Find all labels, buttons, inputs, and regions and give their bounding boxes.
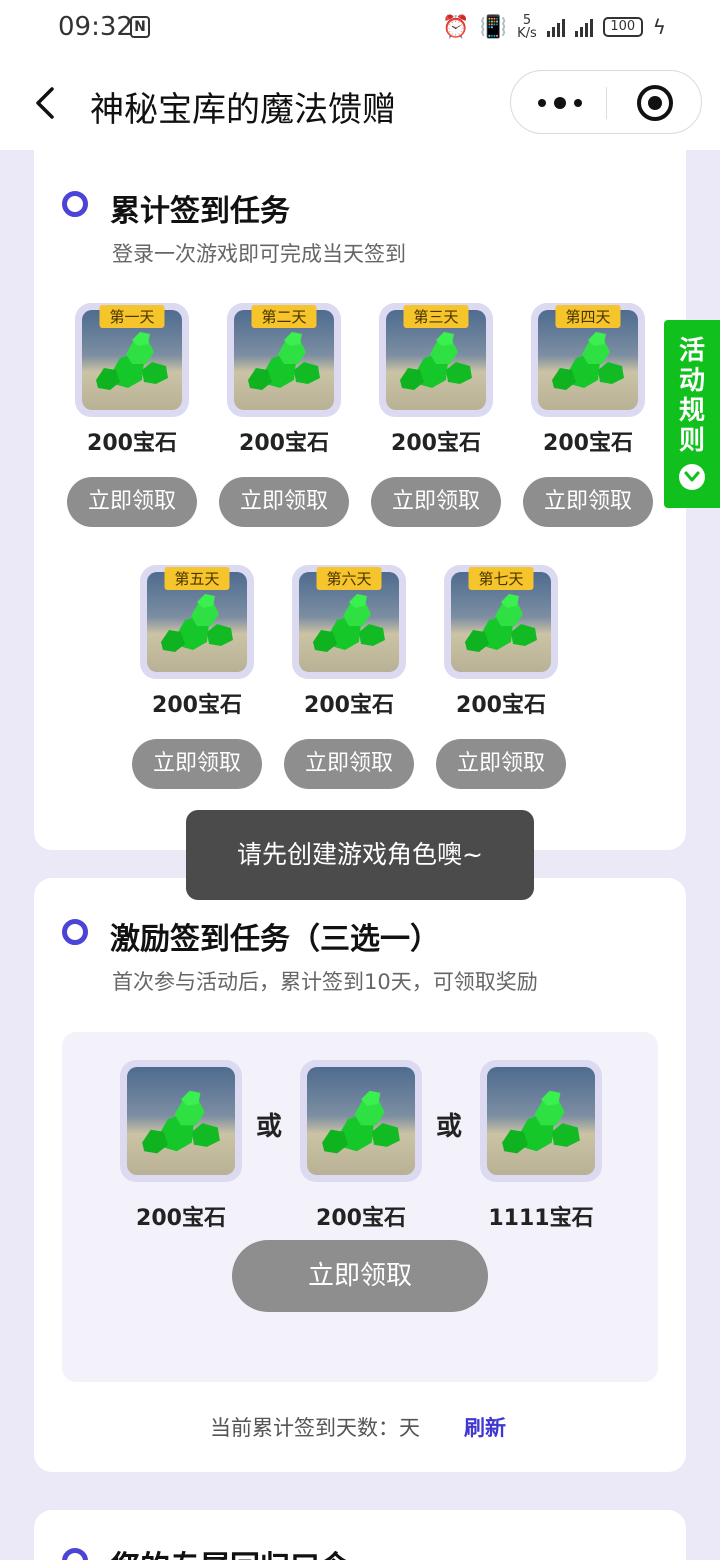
day-badge: 第二天 (251, 305, 317, 328)
section-title: 激励签到任务（三选一） (110, 922, 440, 957)
status-time: 09:32 (58, 12, 133, 42)
page-title: 神秘宝库的魔法馈赠 (90, 90, 396, 130)
status-bar: 09:32 N ⏰ 📳 5 K/s 100 ϟ (0, 0, 720, 56)
capsule-divider (606, 87, 607, 119)
claim-incentive-button[interactable]: 立即领取 (232, 1240, 488, 1312)
reward-label: 1111宝石 (488, 1206, 594, 1231)
claim-button-day-6[interactable]: 立即领取 (284, 739, 414, 789)
reward-day-4: 第四天 200宝石 (523, 303, 653, 457)
reward-options-panel: 200宝石 或 200宝石 或 1111宝石 (62, 1032, 658, 1382)
reward-label: 200宝石 (391, 431, 481, 456)
more-icon[interactable] (535, 91, 585, 115)
gem-image-frame: 第五天 (140, 565, 254, 679)
section-bullet-icon (62, 1548, 88, 1560)
back-icon[interactable] (34, 86, 56, 120)
reward-day-2: 第二天 200宝石 (219, 303, 349, 457)
or-label: 或 (256, 1112, 283, 1142)
gem-image-frame: 第六天 (292, 565, 406, 679)
or-label: 或 (436, 1112, 463, 1142)
gem-image-frame (300, 1060, 422, 1182)
gem-image-frame: 第二天 (227, 303, 341, 417)
reward-label: 200宝石 (136, 1206, 226, 1231)
close-target-icon[interactable] (637, 85, 673, 121)
chevron-down-icon (679, 464, 705, 490)
claim-button-day-2[interactable]: 立即领取 (219, 477, 349, 527)
reward-day-6: 第六天 200宝石 (284, 565, 414, 719)
day-badge: 第三天 (403, 305, 469, 328)
gem-icon (127, 1067, 235, 1175)
gem-image-frame: 第四天 (531, 303, 645, 417)
reward-label: 200宝石 (152, 693, 242, 718)
day-badge: 第四天 (555, 305, 621, 328)
nfc-icon: N (130, 16, 150, 38)
return-code-card: 您的专属回归口令 (34, 1510, 686, 1560)
day-badge: 第五天 (164, 567, 230, 590)
speed-unit: K/s (517, 26, 537, 41)
section-title: 您的专属回归口令 (110, 1542, 350, 1560)
gem-image-frame: 第一天 (75, 303, 189, 417)
battery-icon: 100 (602, 17, 643, 37)
activity-rules-tab[interactable]: 活动规则 (664, 320, 720, 508)
day-badge: 第七天 (468, 567, 534, 590)
claim-button-day-4[interactable]: 立即领取 (523, 477, 653, 527)
gem-image-frame (480, 1060, 602, 1182)
section-subtitle: 首次参与活动后，累计签到10天，可领取奖励 (112, 970, 538, 994)
reward-label: 200宝石 (87, 431, 177, 456)
claim-button-day-1[interactable]: 立即领取 (67, 477, 197, 527)
activity-rules-label: 活动规则 (678, 336, 705, 456)
section-bullet-icon (62, 919, 88, 945)
reward-label: 200宝石 (239, 431, 329, 456)
mini-program-capsule (510, 70, 702, 134)
reward-day-5: 第五天 200宝石 (132, 565, 262, 719)
signal-2-icon (574, 17, 593, 37)
section-bullet-icon (62, 191, 88, 217)
signin-streak-text: 当前累计签到天数：天 (210, 1416, 420, 1440)
claim-button-day-7[interactable]: 立即领取 (436, 739, 566, 789)
refresh-link[interactable]: 刷新 (464, 1412, 506, 1442)
incentive-signin-card: 激励签到任务（三选一） 首次参与活动后，累计签到10天，可领取奖励 200宝石 … (34, 878, 686, 1472)
reward-label: 200宝石 (316, 1206, 406, 1231)
reward-day-3: 第三天 200宝石 (371, 303, 501, 457)
cumulative-signin-card: 累计签到任务 登录一次游戏即可完成当天签到 第一天 200宝石 第二天 200宝… (34, 150, 686, 850)
reward-option-3[interactable]: 1111宝石 (476, 1060, 606, 1232)
reward-day-7: 第七天 200宝石 (436, 565, 566, 719)
network-speed: 5 K/s (517, 14, 537, 40)
claim-button-day-3[interactable]: 立即领取 (371, 477, 501, 527)
reward-label: 200宝石 (456, 693, 546, 718)
reward-label: 200宝石 (543, 431, 633, 456)
gem-icon (307, 1067, 415, 1175)
gem-icon (487, 1067, 595, 1175)
reward-option-1[interactable]: 200宝石 (116, 1060, 246, 1232)
reward-day-1: 第一天 200宝石 (67, 303, 197, 457)
gem-image-frame: 第七天 (444, 565, 558, 679)
status-icons: ⏰ 📳 5 K/s 100 ϟ (442, 14, 666, 40)
toast-message: 请先创建游戏角色噢~ (186, 810, 534, 900)
day-badge: 第六天 (316, 567, 382, 590)
reward-label: 200宝石 (304, 693, 394, 718)
section-subtitle: 登录一次游戏即可完成当天签到 (112, 242, 406, 266)
title-bar: 神秘宝库的魔法馈赠 (0, 56, 720, 150)
signal-icon (546, 17, 565, 37)
gem-image-frame: 第三天 (379, 303, 493, 417)
alarm-icon: ⏰ (442, 14, 470, 40)
vibrate-icon: 📳 (479, 14, 508, 40)
day-badge: 第一天 (99, 305, 165, 328)
reward-option-2[interactable]: 200宝石 (296, 1060, 426, 1232)
gem-image-frame (120, 1060, 242, 1182)
charging-icon: ϟ (652, 15, 666, 39)
claim-button-day-5[interactable]: 立即领取 (132, 739, 262, 789)
section-title: 累计签到任务 (110, 194, 290, 229)
